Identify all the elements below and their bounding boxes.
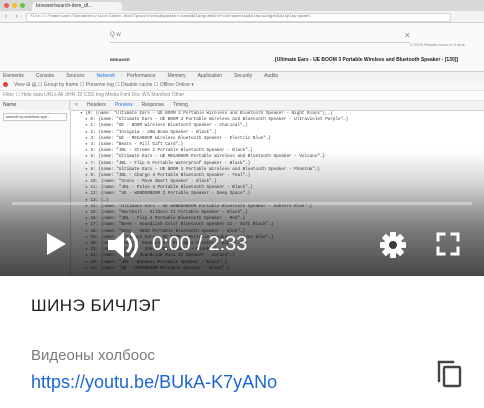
frame-request-item: search?q=wireless-spe... <box>3 113 67 121</box>
frame-response-tab-list: × Headers Preview Response Timing <box>75 102 188 108</box>
frame-devtools-tab: Performance <box>126 73 156 79</box>
settings-button[interactable] <box>378 230 408 260</box>
frame-address-row: ‹ › ⟳ file:///home/user/Documents/site/i… <box>0 11 484 23</box>
frame-site-search-query: Q w <box>110 32 121 38</box>
frame-devtools-tab: Audits <box>264 73 279 79</box>
frame-devtools-toolbar-row: View ⊞ ▤ ☐ Group by frame ☐ Preserve log… <box>3 82 194 88</box>
record-icon <box>3 82 8 87</box>
share-link-label: Видеоны холбоос <box>31 347 155 364</box>
frame-devtools-tab: Console <box>35 73 55 79</box>
gear-icon <box>380 232 406 258</box>
frame-devtools-tab: Network <box>96 73 115 79</box>
frame-devtools-tab: Sources <box>66 73 85 79</box>
copy-icon <box>437 360 462 388</box>
frame-site-brand: BREAKER <box>110 57 130 62</box>
frame-site-product: [Ultimate Ears - UE BOOM 3 Portable Wire… <box>275 57 459 63</box>
card-title: ШИНЭ БИЧЛЭГ <box>31 296 161 315</box>
share-link[interactable]: https://youtu.be/BUkA-K7yANo <box>31 372 277 393</box>
frame-response-tab: × <box>75 102 78 108</box>
frame-response-tab: Response <box>141 102 165 108</box>
frame-name-header: Name <box>0 101 70 110</box>
frame-response-tab: Headers <box>86 102 106 108</box>
volume-button[interactable] <box>106 230 142 260</box>
time-display: 0:00/2:33 <box>152 229 247 259</box>
frame-devtools-tab: Security <box>234 73 253 79</box>
frame-devtools-tab: Elements <box>3 73 24 79</box>
volume-icon <box>108 232 138 258</box>
progress-bar[interactable] <box>12 202 472 205</box>
frame-response-tab: Preview <box>114 102 133 108</box>
frame-filter-text: Filter ☐ Hide data URLs All XHR JS CSS I… <box>3 92 185 98</box>
frame-site-meta: © 2020 Results found in 0.6ms <box>410 42 465 47</box>
frame-filter-row: Filter ☐ Hide data URLs All XHR JS CSS I… <box>0 91 484 101</box>
frame-address-bar: file:///home/user/Documents/site/index.h… <box>26 13 451 22</box>
frame-toolbar-text: View ⊞ ▤ ☐ Group by frame ☐ Preserve log… <box>14 82 194 88</box>
copy-button[interactable] <box>437 358 463 388</box>
video-player[interactable]: browser/search-item_dl... ‹ › ⟳ file:///… <box>0 0 484 276</box>
play-button[interactable] <box>44 232 68 256</box>
time-separator: / <box>196 233 203 255</box>
frame-site-area: Q w × © 2020 Results found in 0.6ms BREA… <box>0 23 484 71</box>
frame-site-search: Q w × <box>110 30 410 43</box>
fullscreen-button[interactable] <box>436 232 460 256</box>
duration: 2:33 <box>208 233 248 255</box>
frame-devtools-tab: Application <box>197 73 223 79</box>
frame-browser-tab: browser/search-item_dl... <box>32 2 122 11</box>
frame-close-icon: × <box>404 30 410 40</box>
frame-devtools-tab: Memory <box>167 73 186 79</box>
play-icon <box>47 233 66 255</box>
fullscreen-icon <box>436 232 460 256</box>
current-time: 0:00 <box>152 233 191 255</box>
window-controls <box>4 3 25 8</box>
frame-devtools-toolbar: View ⊞ ▤ ☐ Group by frame ☐ Preserve log… <box>0 81 484 91</box>
frame-response-tab: Timing <box>173 102 188 108</box>
frame-response-tabs: × Headers Preview Response Timing <box>71 101 484 111</box>
frame-devtools-tab-list: Elements Console Sources Network Performance… <box>3 73 278 79</box>
frame-tab-bar: browser/search-item_dl... <box>0 0 484 11</box>
